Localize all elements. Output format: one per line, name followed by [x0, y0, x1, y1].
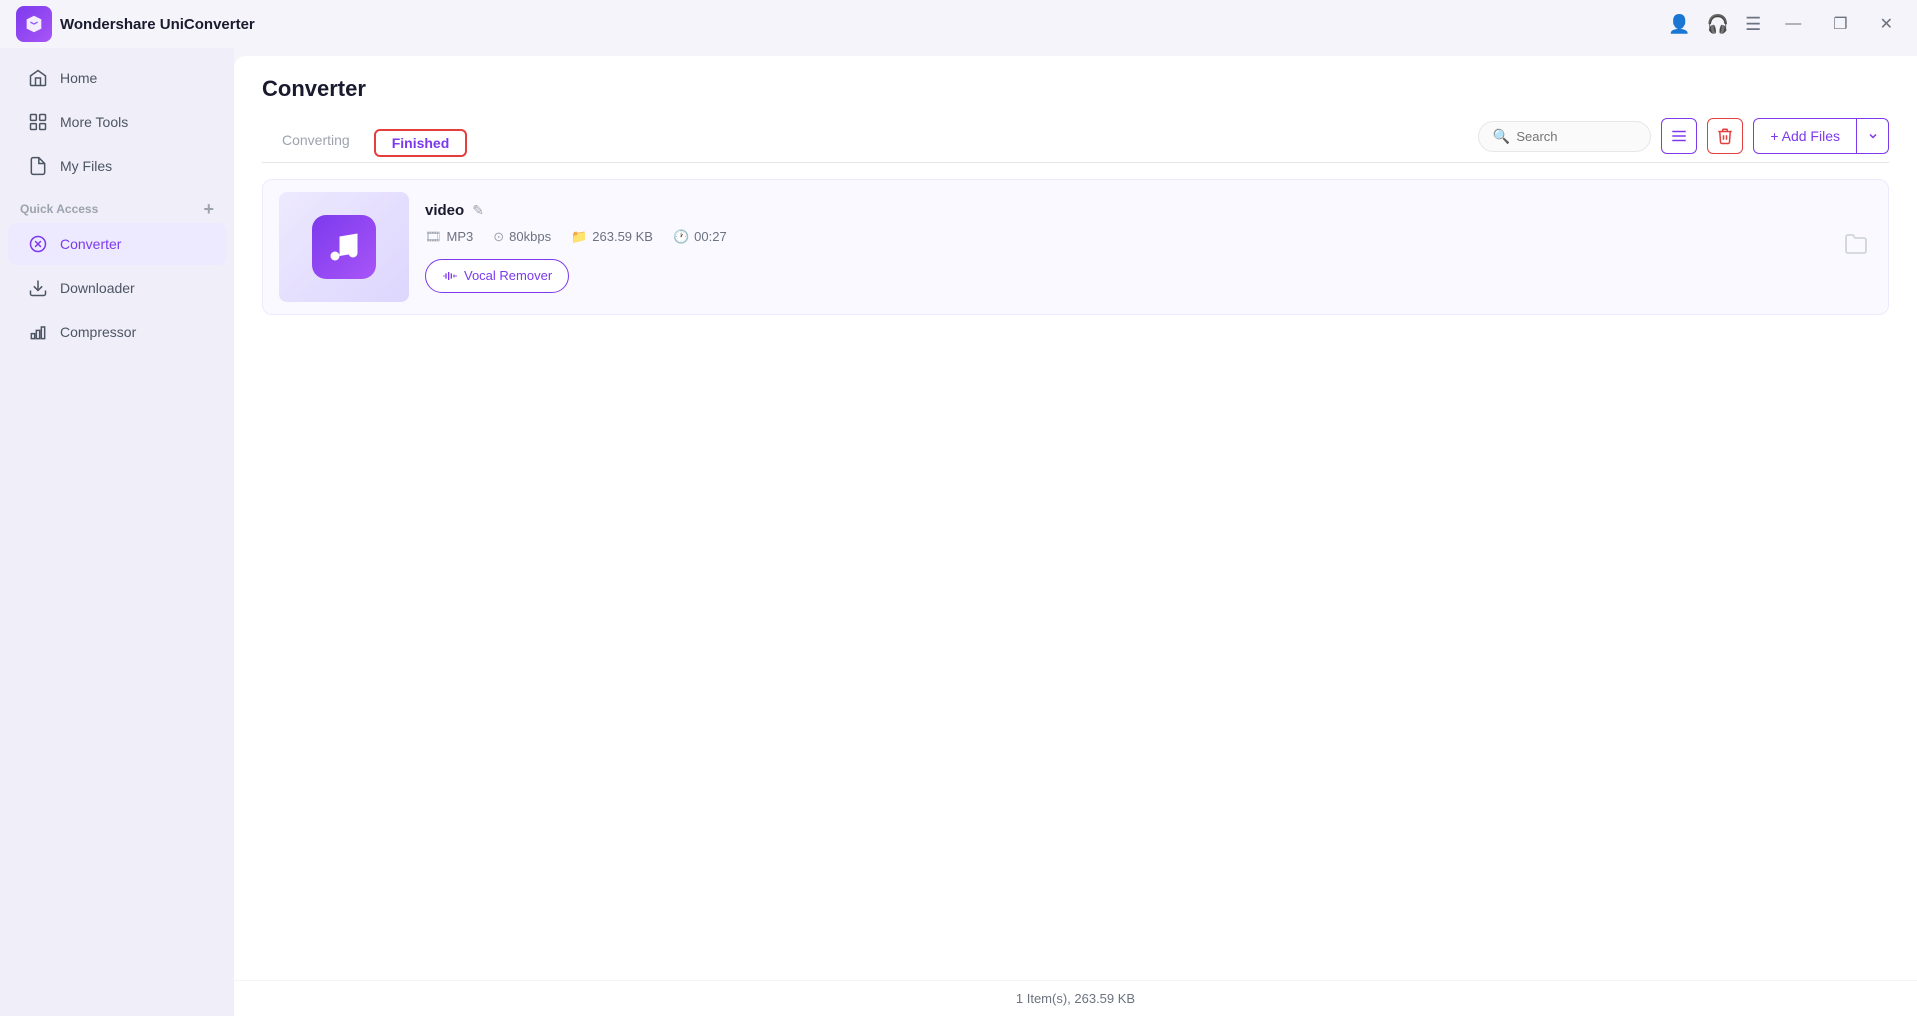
music-note-icon	[326, 229, 362, 265]
search-icon: 🔍	[1493, 128, 1510, 145]
duration-icon: 🕐	[673, 229, 689, 245]
toolbar: 🔍	[1478, 118, 1889, 162]
quick-access-section: Quick Access +	[0, 188, 234, 222]
file-thumbnail	[279, 192, 409, 302]
menu-icon[interactable]: ☰	[1745, 14, 1761, 35]
tools-icon	[28, 112, 48, 132]
app-body: Home More Tools My Files Quick Access +	[0, 48, 1917, 1016]
sidebar-item-downloader[interactable]: Downloader	[8, 267, 226, 309]
size-meta: 📁 263.59 KB	[571, 229, 653, 245]
minimize-button[interactable]: —	[1777, 11, 1809, 37]
profile-icon[interactable]: 👤	[1668, 14, 1690, 35]
sidebar-converter-label: Converter	[60, 236, 121, 252]
file-size: 263.59 KB	[592, 229, 653, 244]
sidebar-my-files-label: My Files	[60, 158, 112, 174]
waveform-icon	[442, 268, 458, 284]
downloader-icon	[28, 278, 48, 298]
vocal-remover-button[interactable]: Vocal Remover	[425, 259, 569, 293]
sidebar-item-home[interactable]: Home	[8, 57, 226, 99]
file-format: MP3	[447, 229, 474, 244]
file-edit-icon[interactable]: ✎	[472, 202, 484, 219]
folder-icon	[1844, 232, 1868, 256]
sidebar-compressor-label: Compressor	[60, 324, 136, 340]
quick-access-add-button[interactable]: +	[203, 200, 214, 218]
sidebar-item-more-tools[interactable]: More Tools	[8, 101, 226, 143]
tab-converting[interactable]: Converting	[262, 122, 370, 160]
quick-access-label: Quick Access	[20, 202, 98, 216]
close-button[interactable]: ✕	[1872, 10, 1901, 38]
sidebar-item-my-files[interactable]: My Files	[8, 145, 226, 187]
vocal-remover-label: Vocal Remover	[464, 268, 552, 283]
app-logo	[16, 6, 52, 42]
file-name: video	[425, 202, 464, 219]
titlebar-controls: 👤 🎧 ☰ — ❐ ✕	[1668, 10, 1901, 38]
main-content: Converter Converting Finished 🔍	[234, 56, 1917, 1016]
app-name-text: Wondershare UniConverter	[60, 16, 255, 33]
list-view-button[interactable]	[1661, 118, 1697, 154]
status-bar: 1 Item(s), 263.59 KB	[234, 980, 1917, 1016]
format-icon: 🎞	[425, 229, 442, 245]
trash-icon	[1716, 127, 1734, 145]
search-box[interactable]: 🔍	[1478, 121, 1651, 152]
sidebar: Home More Tools My Files Quick Access +	[0, 48, 234, 1016]
search-input[interactable]	[1516, 129, 1636, 144]
file-card: video ✎ 🎞 MP3 ⊙ 80kbps 📁	[262, 179, 1889, 315]
page-title: Converter	[262, 76, 1889, 102]
size-icon: 📁	[571, 229, 587, 245]
converter-icon	[28, 234, 48, 254]
sidebar-item-converter[interactable]: Converter	[8, 223, 226, 265]
content-body: video ✎ 🎞 MP3 ⊙ 80kbps 📁	[234, 163, 1917, 980]
file-name-row: video ✎	[425, 202, 1872, 219]
list-icon	[1670, 127, 1688, 145]
music-icon-bg	[312, 215, 376, 279]
sidebar-home-label: Home	[60, 70, 97, 86]
tabs-row: Converting Finished 🔍	[262, 118, 1889, 163]
titlebar: Wondershare UniConverter 👤 🎧 ☰ — ❐ ✕	[0, 0, 1917, 48]
add-files-dropdown-button[interactable]	[1857, 118, 1889, 154]
bitrate-meta: ⊙ 80kbps	[493, 229, 551, 245]
tab-finished[interactable]: Finished	[374, 129, 468, 157]
open-folder-button[interactable]	[1844, 232, 1868, 262]
compressor-icon	[28, 322, 48, 342]
chevron-down-icon	[1867, 130, 1879, 142]
restore-button[interactable]: ❐	[1825, 10, 1855, 38]
tabs: Converting Finished	[262, 122, 471, 159]
file-meta: 🎞 MP3 ⊙ 80kbps 📁 263.59 KB 🕐	[425, 229, 1872, 245]
content-header: Converter Converting Finished 🔍	[234, 56, 1917, 163]
sidebar-downloader-label: Downloader	[60, 280, 135, 296]
app-branding: Wondershare UniConverter	[16, 6, 255, 42]
sidebar-item-compressor[interactable]: Compressor	[8, 311, 226, 353]
file-bitrate: 80kbps	[509, 229, 551, 244]
file-duration: 00:27	[694, 229, 727, 244]
status-text: 1 Item(s), 263.59 KB	[1016, 991, 1135, 1006]
files-icon	[28, 156, 48, 176]
bitrate-icon: ⊙	[493, 229, 504, 245]
file-info: video ✎ 🎞 MP3 ⊙ 80kbps 📁	[425, 202, 1872, 293]
add-files-group: + Add Files	[1753, 118, 1889, 154]
sidebar-more-tools-label: More Tools	[60, 114, 128, 130]
duration-meta: 🕐 00:27	[673, 229, 727, 245]
headset-icon[interactable]: 🎧	[1707, 14, 1729, 35]
home-icon	[28, 68, 48, 88]
add-files-button[interactable]: + Add Files	[1753, 118, 1857, 154]
format-meta: 🎞 MP3	[425, 229, 473, 245]
delete-button[interactable]	[1707, 118, 1743, 154]
